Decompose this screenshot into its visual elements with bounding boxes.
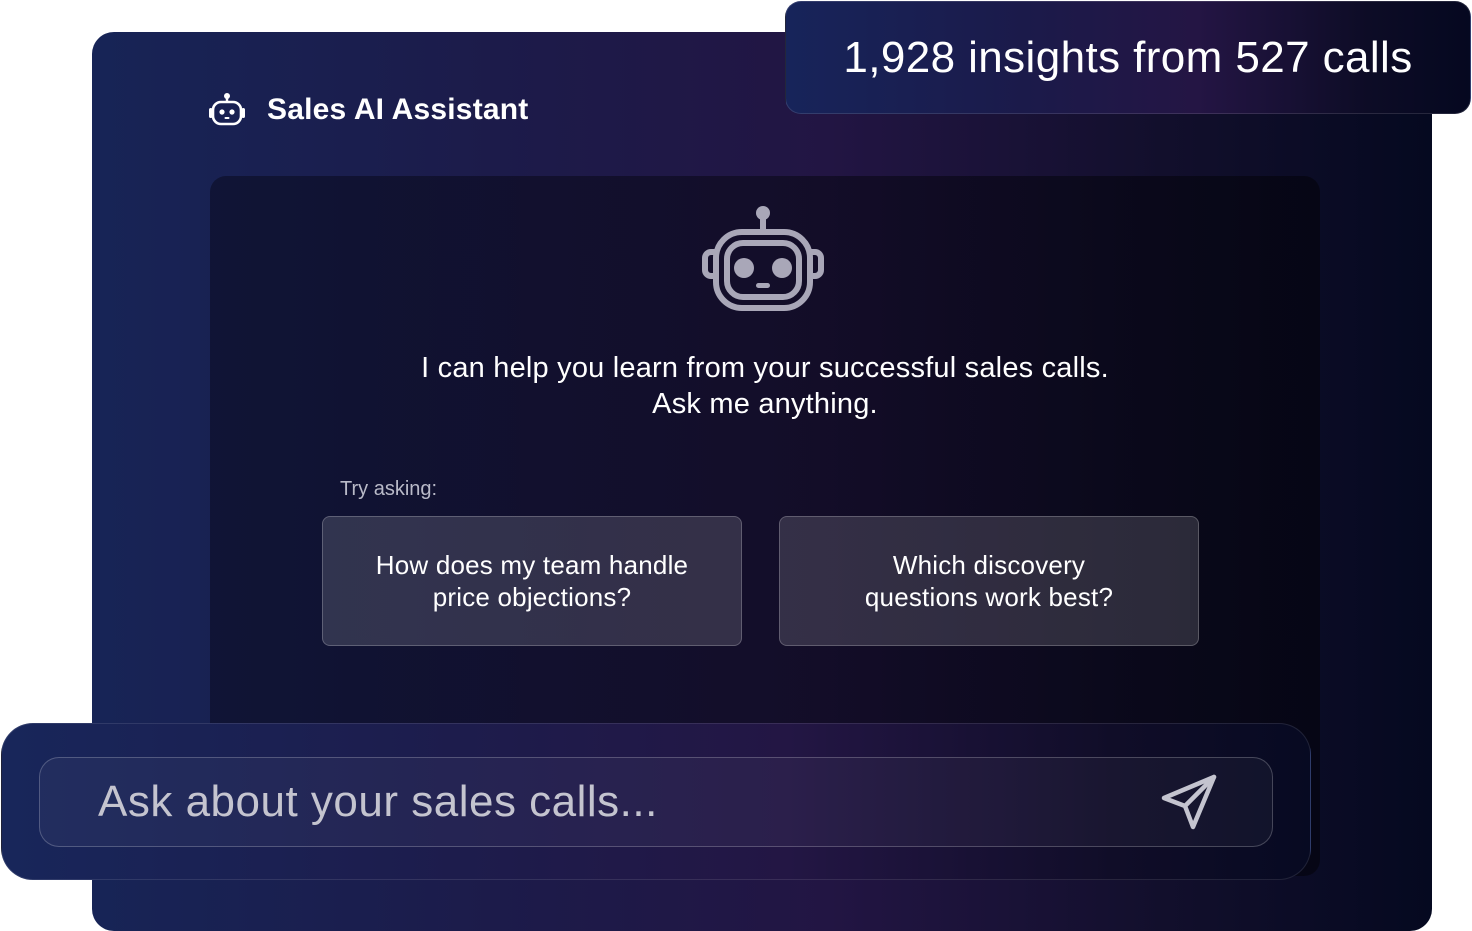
paper-plane-icon	[1161, 774, 1217, 830]
suggestion-text: questions work best?	[864, 582, 1114, 612]
suggestion-text: Which discovery	[892, 550, 1086, 580]
robot-icon	[209, 93, 245, 126]
app-stage: Sales AI Assistant I can help you learn …	[0, 0, 1472, 931]
send-button[interactable]	[1158, 772, 1220, 832]
welcome-line: I can help you learn from your successfu…	[421, 352, 1109, 384]
chat-input-field	[39, 757, 1273, 847]
app-title: Sales AI Assistant	[267, 93, 529, 126]
assistant-header: Sales AI Assistant	[208, 92, 529, 128]
suggestion-text: How does my team handle	[375, 550, 689, 580]
try-asking-label: Try asking:	[340, 478, 438, 500]
insights-stats-badge: 1,928 insights from 527 calls	[785, 1, 1471, 114]
welcome-message: I can help you learn from your successfu…	[210, 350, 1320, 422]
welcome-line: Ask me anything.	[652, 388, 878, 420]
suggestion-discovery-questions[interactable]: Which discovery questions work best?	[779, 516, 1199, 646]
chat-input[interactable]	[98, 758, 1138, 846]
chat-input-bar	[1, 723, 1311, 880]
suggestion-price-objections[interactable]: How does my team handle price objections…	[322, 516, 742, 646]
robot-icon	[702, 206, 824, 311]
suggestion-text: price objections?	[432, 582, 632, 612]
